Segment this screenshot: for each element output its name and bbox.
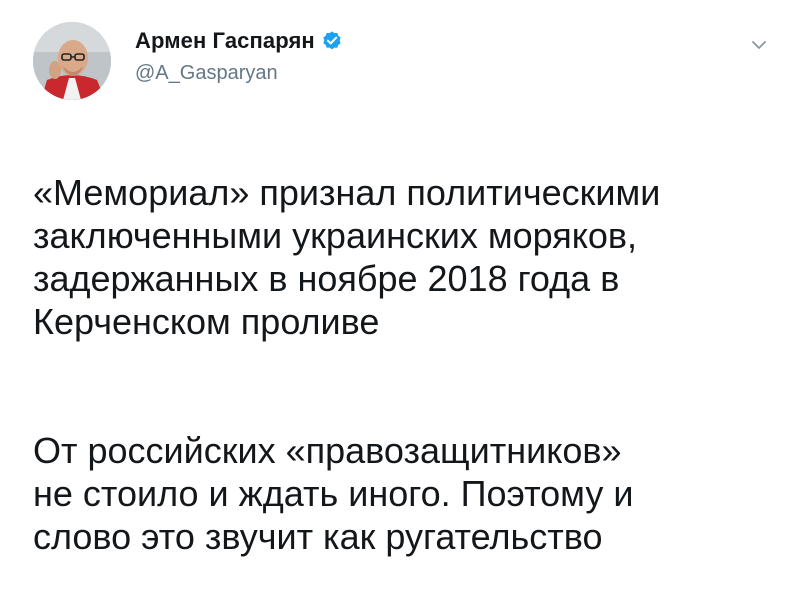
tweet-card: Армен Гаспарян @A_Gasparyan «Мемориал» п… [0,0,800,557]
tweet-text: «Мемориал» признал политическими заключе… [33,128,773,601]
author-handle[interactable]: @A_Gasparyan [135,62,343,85]
avatar[interactable] [33,22,111,100]
tweet-header: Армен Гаспарян @A_Gasparyan [33,22,773,102]
display-name[interactable]: Армен Гаспарян [135,28,315,54]
chevron-down-icon[interactable] [750,36,768,54]
author-block: Армен Гаспарян @A_Gasparyan [135,26,343,85]
tweet-paragraph-1: «Мемориал» признал политическими заключе… [33,172,661,342]
tweet-paragraph-2: От российских «правозащитников» не стоил… [33,430,634,557]
avatar-photo [33,22,111,100]
display-name-row: Армен Гаспарян [135,26,343,56]
verified-badge-icon [321,30,343,52]
